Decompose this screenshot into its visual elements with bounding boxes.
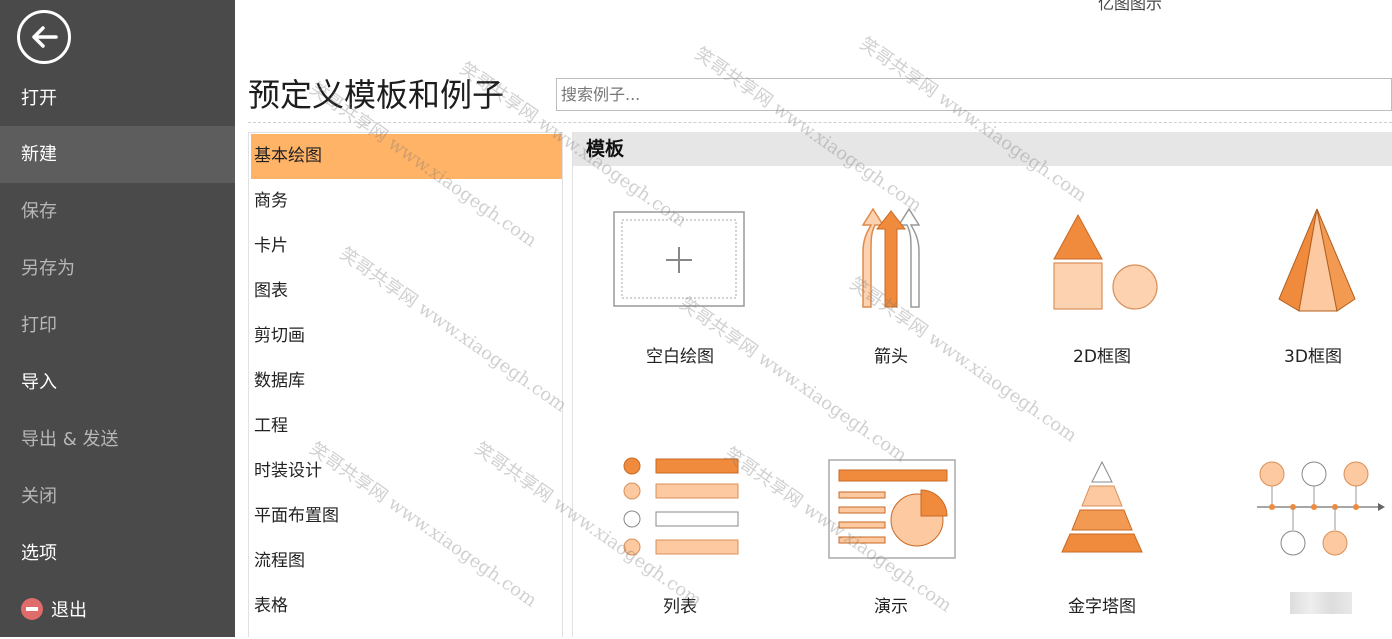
template-label: 金字塔图 xyxy=(1068,597,1136,617)
backstage-sidebar: 打开 新建 保存 另存为 打印 导入 导出 & 发送 关闭 选项 退出 xyxy=(0,0,235,637)
menu-close[interactable]: 关闭 xyxy=(0,468,235,525)
presentation-icon xyxy=(828,459,956,559)
arrows-icon xyxy=(861,207,921,308)
3d-block-icon xyxy=(1278,208,1356,312)
exit-icon xyxy=(21,598,43,620)
category-basic-drawing[interactable]: 基本绘图 xyxy=(251,134,562,179)
category-engineering[interactable]: 工程 xyxy=(251,404,562,449)
template-label: 3D框图 xyxy=(1284,347,1342,367)
blurred-label xyxy=(1290,592,1352,614)
search-examples-input[interactable] xyxy=(556,78,1392,111)
template-pyramid[interactable]: 金字塔图 xyxy=(1002,452,1202,622)
template-label: 演示 xyxy=(874,597,908,617)
menu-print[interactable]: 打印 xyxy=(0,297,235,354)
pyramid-icon xyxy=(1061,460,1143,553)
page-title: 预定义模板和例子 xyxy=(248,76,505,114)
category-chart[interactable]: 图表 xyxy=(251,269,562,314)
category-business[interactable]: 商务 xyxy=(251,179,562,224)
template-list[interactable]: 列表 xyxy=(580,452,780,622)
template-arrows[interactable]: 箭头 xyxy=(791,207,991,377)
template-label: 列表 xyxy=(663,597,697,617)
list-icon xyxy=(623,457,739,556)
menu-new[interactable]: 新建 xyxy=(0,126,235,183)
category-flowchart[interactable]: 流程图 xyxy=(251,539,562,584)
back-arrow-icon xyxy=(32,26,58,48)
template-label: 2D框图 xyxy=(1073,347,1131,367)
header-divider xyxy=(248,122,1392,123)
menu-exit[interactable]: 退出 xyxy=(0,582,235,639)
menu-import[interactable]: 导入 xyxy=(0,354,235,411)
category-table[interactable]: 表格 xyxy=(251,584,562,629)
menu-save[interactable]: 保存 xyxy=(0,183,235,240)
menu-open[interactable]: 打开 xyxy=(0,70,235,127)
category-card[interactable]: 卡片 xyxy=(251,224,562,269)
blank-drawing-icon xyxy=(613,211,745,307)
category-clipart[interactable]: 剪切画 xyxy=(251,314,562,359)
menu-save-as[interactable]: 另存为 xyxy=(0,240,235,297)
category-floor-plan[interactable]: 平面布置图 xyxy=(251,494,562,539)
category-database[interactable]: 数据库 xyxy=(251,359,562,404)
app-caption: 亿图图示 xyxy=(1098,0,1163,13)
back-button[interactable] xyxy=(17,10,71,64)
template-label: 空白绘图 xyxy=(646,347,714,367)
template-2d-block[interactable]: 2D框图 xyxy=(1002,207,1202,377)
template-blank-drawing[interactable]: 空白绘图 xyxy=(580,207,780,377)
menu-options[interactable]: 选项 xyxy=(0,525,235,582)
2d-block-icon xyxy=(1053,213,1158,310)
menu-export-send[interactable]: 导出 & 发送 xyxy=(0,411,235,468)
category-fashion-design[interactable]: 时装设计 xyxy=(251,449,562,494)
section-header-templates: 模板 xyxy=(573,132,1392,166)
category-list: 基本绘图 商务 卡片 图表 剪切画 数据库 工程 时装设计 平面布置图 流程图 … xyxy=(248,132,563,637)
template-3d-block[interactable]: 3D框图 xyxy=(1213,207,1392,377)
template-presentation[interactable]: 演示 xyxy=(791,452,991,622)
timeline-icon xyxy=(1257,461,1385,556)
menu-exit-label: 退出 xyxy=(51,600,87,621)
template-gallery: 模板 空白绘图 箭头 2D框图 3D框图 列表 演示 金字塔图 xyxy=(572,132,1392,637)
template-label: 箭头 xyxy=(874,347,908,367)
